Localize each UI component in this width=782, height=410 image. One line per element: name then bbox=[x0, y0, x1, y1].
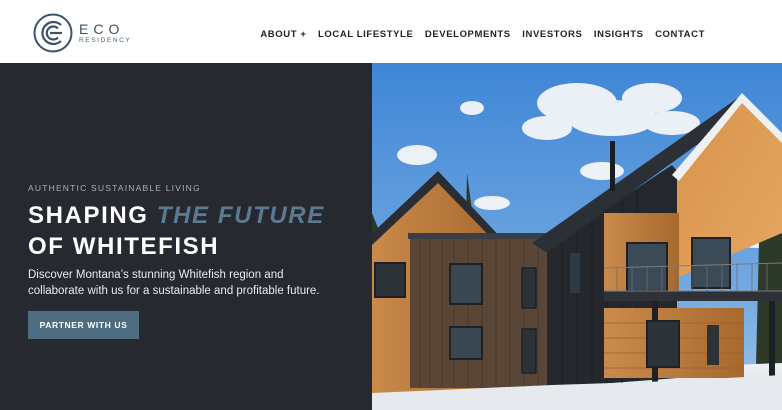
partner-with-us-button[interactable]: PARTNER WITH US bbox=[28, 311, 139, 339]
nav-item-insights[interactable]: INSIGHTS bbox=[594, 29, 644, 40]
brand-logo[interactable]: ECO RESIDENCY bbox=[33, 13, 133, 53]
site-header: ECO RESIDENCY ABOUT + LOCAL LIFESTYLE DE… bbox=[0, 0, 782, 63]
main-nav: ABOUT + LOCAL LIFESTYLE DEVELOPMENTS INV… bbox=[260, 29, 705, 40]
hero-headline: SHAPING THE FUTURE OF WHITEFISH bbox=[28, 200, 325, 262]
brand-tagline: RESIDENCY bbox=[79, 36, 132, 44]
nav-item-investors[interactable]: INVESTORS bbox=[522, 29, 582, 40]
hero-subtext: Discover Montana’s stunning Whitefish re… bbox=[28, 269, 320, 297]
brand-name: ECO bbox=[79, 20, 125, 37]
headline-part-1: SHAPING bbox=[28, 202, 157, 229]
nav-item-contact[interactable]: CONTACT bbox=[655, 29, 705, 40]
brand-wordmark: ECO RESIDENCY bbox=[79, 22, 131, 45]
headline-accent: THE FUTURE bbox=[156, 202, 325, 229]
nav-item-about[interactable]: ABOUT + bbox=[260, 29, 306, 40]
headline-part-2: OF WHITEFISH bbox=[28, 233, 220, 260]
hero-text-panel: AUTHENTIC SUSTAINABLE LIVING SHAPING THE… bbox=[0, 63, 372, 410]
nav-item-local-lifestyle[interactable]: LOCAL LIFESTYLE bbox=[318, 29, 413, 40]
nav-item-developments[interactable]: DEVELOPMENTS bbox=[425, 29, 511, 40]
eco-logo-icon bbox=[33, 13, 73, 53]
hero-eyebrow: AUTHENTIC SUSTAINABLE LIVING bbox=[28, 183, 201, 193]
house-photo bbox=[372, 63, 782, 410]
hero-image bbox=[372, 63, 782, 410]
